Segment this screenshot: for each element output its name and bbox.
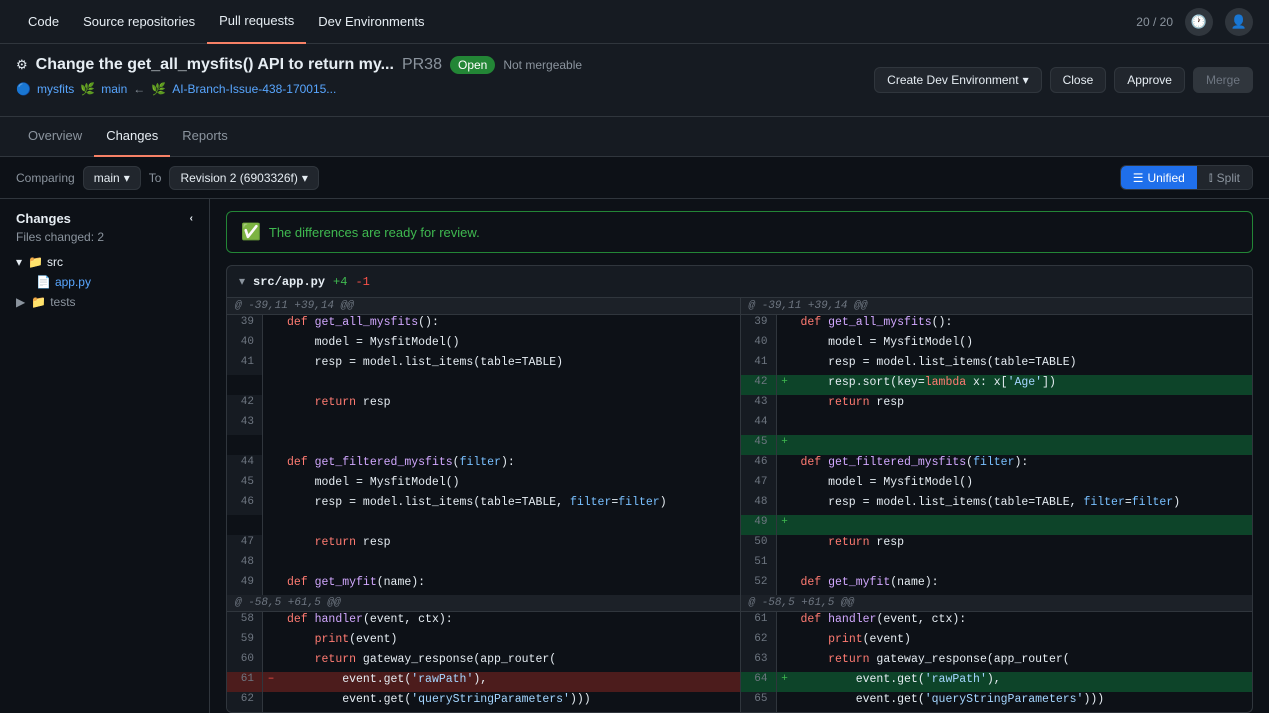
diff-row-58-61: 58 def handler(event, ctx): 61 def handl… — [227, 612, 1252, 632]
file-diff-header: ▾ src/app.py +4 -1 — [226, 265, 1253, 298]
view-split-button[interactable]: ⫾ Split — [1197, 166, 1252, 189]
hunk-header-2: @ -58,5 +61,5 @@ @ -58,5 +61,5 @@ — [227, 595, 1252, 612]
diff-row-49-added: 49 + — [227, 515, 1252, 535]
diff-row-45-47: 45 model = MysfitModel() 47 model = Mysf… — [227, 475, 1252, 495]
branch-icon: 🌿 — [80, 82, 95, 96]
file-name: app.py — [55, 275, 91, 289]
create-dev-button[interactable]: Create Dev Environment ▾ — [874, 67, 1041, 93]
nav-item-source[interactable]: Source repositories — [71, 0, 207, 44]
revision-select[interactable]: Revision 2 (6903326f) ▾ — [169, 166, 318, 190]
branch-feature[interactable]: AI-Branch-Issue-438-170015... — [172, 82, 336, 96]
unified-icon: ☰ — [1133, 171, 1144, 185]
branch-from[interactable]: mysfits — [37, 82, 74, 96]
close-button[interactable]: Close — [1050, 67, 1107, 93]
view-unified-button[interactable]: ☰ Unified — [1121, 166, 1197, 189]
pr-icon: ⚙ — [16, 57, 28, 73]
folder-collapse-icon[interactable]: ▶ — [16, 295, 25, 309]
hunk-header-1: @ -39,11 +39,14 @@ @ -39,11 +39,14 @@ — [227, 298, 1252, 315]
diff-row-49-52: 49 def get_myfit(name): 52 def get_myfit… — [227, 575, 1252, 595]
sidebar-file-app[interactable]: 📄 app.py — [8, 272, 201, 292]
dropdown-icon: ▾ — [124, 171, 130, 185]
branch-icon: 🔵 — [16, 82, 31, 96]
diff-row-44-46: 44 def get_filtered_mysfits(filter): 46 … — [227, 455, 1252, 475]
tab-reports[interactable]: Reports — [170, 117, 240, 157]
sidebar-folder-tests[interactable]: ▶ 📁 tests — [8, 292, 201, 312]
top-nav: Code Source repositories Pull requests D… — [0, 0, 1269, 44]
comparing-label: Comparing — [16, 171, 75, 185]
approve-button[interactable]: Approve — [1114, 67, 1185, 93]
folder-name: tests — [50, 295, 75, 309]
merge-button: Merge — [1193, 67, 1253, 93]
nav-counter: 20 / 20 — [1136, 15, 1173, 29]
sub-tabs: Overview Changes Reports — [0, 117, 1269, 157]
diff-row-41: 41 resp = model.list_items(table=TABLE) … — [227, 355, 1252, 375]
pr-status-badge: Open — [450, 56, 495, 74]
diff-row-42-added: 42 + resp.sort(key=lambda x: x['Age']) — [227, 375, 1252, 395]
diff-file-path: src/app.py — [253, 275, 325, 289]
folder-name: src — [47, 255, 63, 269]
success-banner: ✅ The differences are ready for review. — [226, 211, 1253, 253]
to-label: To — [149, 171, 162, 185]
check-icon: ✅ — [241, 222, 261, 242]
compare-bar: Comparing main ▾ To Revision 2 (6903326f… — [0, 157, 1269, 199]
pr-number: PR38 — [402, 56, 442, 74]
sidebar-title: Changes — [16, 211, 71, 226]
diff-additions: +4 — [333, 275, 347, 289]
folder-icon: 📁 — [31, 295, 46, 309]
branch-feature-icon: 🌿 — [151, 82, 166, 96]
view-toggle: ☰ Unified ⫾ Split — [1120, 165, 1253, 190]
diff-row-40: 40 model = MysfitModel() 40 model = Mysf… — [227, 335, 1252, 355]
nav-item-dev-envs[interactable]: Dev Environments — [306, 0, 436, 44]
diff-row-45-added: 45 + — [227, 435, 1252, 455]
folder-collapse-icon[interactable]: ▾ — [16, 255, 22, 269]
split-icon: ⫾ — [1209, 170, 1213, 185]
branch-from-select[interactable]: main ▾ — [83, 166, 141, 190]
diff-area: ✅ The differences are ready for review. … — [210, 199, 1269, 713]
diff-row-42-43: 42 return resp 43 return resp — [227, 395, 1252, 415]
file-icon: 📄 — [36, 275, 51, 289]
pr-header: ⚙ Change the get_all_mysfits() API to re… — [0, 44, 1269, 117]
sidebar: Changes ‹ Files changed: 2 ▾ 📁 src 📄 app… — [0, 199, 210, 713]
diff-row-39: 39 def get_all_mysfits(): 39 def get_all… — [227, 315, 1252, 335]
nav-item-pull-requests[interactable]: Pull requests — [207, 0, 306, 44]
main-content: Changes ‹ Files changed: 2 ▾ 📁 src 📄 app… — [0, 199, 1269, 713]
diff-row-46-48: 46 resp = model.list_items(table=TABLE, … — [227, 495, 1252, 515]
sidebar-collapse-icon[interactable]: ‹ — [190, 213, 193, 224]
tab-overview[interactable]: Overview — [16, 117, 94, 157]
nav-icon-clock[interactable]: 🕐 — [1185, 8, 1213, 36]
tab-changes[interactable]: Changes — [94, 117, 170, 157]
dropdown-icon: ▾ — [302, 171, 308, 185]
diff-row-60-63: 60 return gateway_response(app_router( 6… — [227, 652, 1252, 672]
sidebar-folder-src[interactable]: ▾ 📁 src — [8, 252, 201, 272]
branch-to[interactable]: main — [101, 82, 127, 96]
diff-row-62-65: 62 event.get('queryStringParameters'))) … — [227, 692, 1252, 712]
diff-table: @ -39,11 +39,14 @@ @ -39,11 +39,14 @@ 39… — [226, 298, 1253, 713]
diff-row-61-64: 61 – event.get('rawPath'), 64 + event.ge… — [227, 672, 1252, 692]
folder-icon: 📁 — [28, 255, 43, 269]
nav-icon-user[interactable]: 👤 — [1225, 8, 1253, 36]
banner-message: The differences are ready for review. — [269, 225, 480, 240]
nav-item-code[interactable]: Code — [16, 0, 71, 44]
pr-not-mergeable[interactable]: Not mergeable — [503, 58, 582, 72]
arrow-icon: ← — [133, 82, 145, 96]
files-changed-count: Files changed: 2 — [8, 230, 201, 252]
diff-row-47-50: 47 return resp 50 return resp — [227, 535, 1252, 555]
diff-row-48-51: 48 51 — [227, 555, 1252, 575]
diff-row-59-62: 59 print(event) 62 print(event) — [227, 632, 1252, 652]
pr-title: Change the get_all_mysfits() API to retu… — [36, 56, 394, 74]
file-collapse-icon[interactable]: ▾ — [239, 274, 245, 289]
diff-row-43-44: 43 44 — [227, 415, 1252, 435]
dropdown-icon: ▾ — [1023, 73, 1029, 87]
diff-deletions: -1 — [355, 275, 369, 289]
